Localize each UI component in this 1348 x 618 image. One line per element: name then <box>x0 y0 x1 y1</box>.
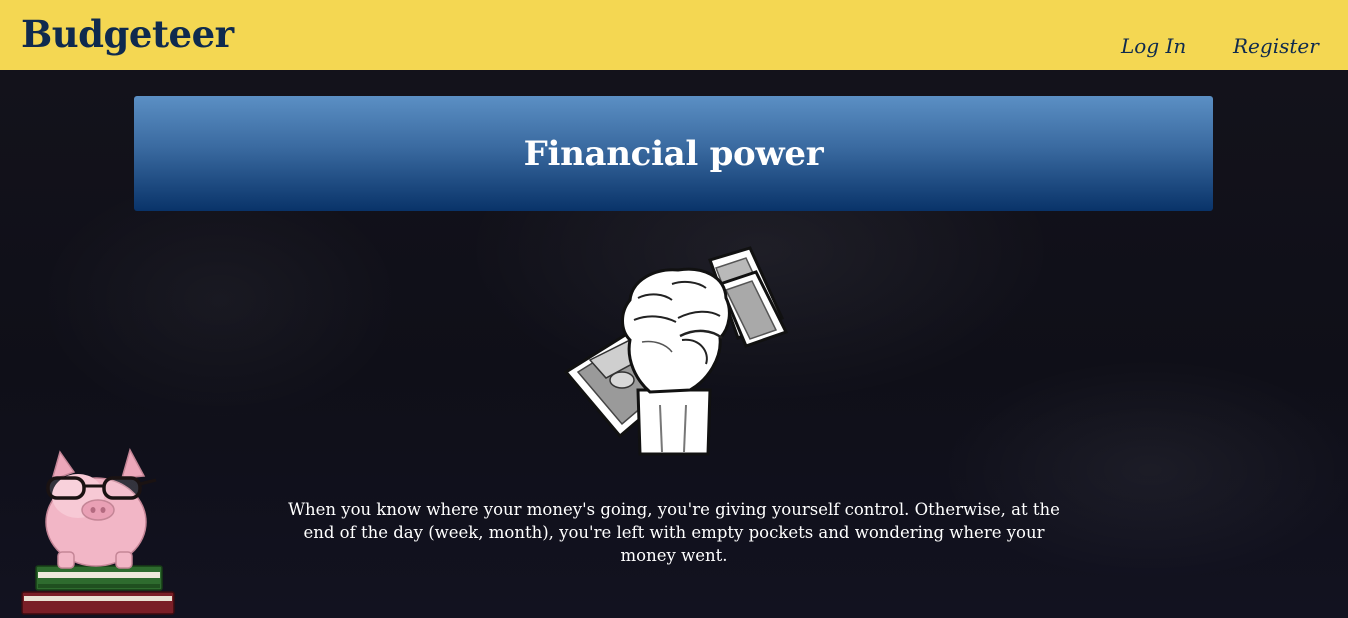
hero-banner: Financial power <box>134 96 1213 211</box>
brand-logo[interactable]: Budgeteer <box>21 12 234 56</box>
register-link[interactable]: Register <box>1233 34 1319 58</box>
login-link[interactable]: Log In <box>1121 34 1186 58</box>
forearm <box>636 388 712 456</box>
piggy-bank-image <box>21 448 175 615</box>
navbar: Budgeteer Log In Register <box>0 0 1348 70</box>
fist <box>621 267 731 394</box>
piggy-bank <box>45 448 147 569</box>
fist-money-image <box>563 246 789 456</box>
hero-title: Financial power <box>523 133 824 174</box>
book-stack <box>21 565 175 615</box>
hero-description: When you know where your money's going, … <box>288 500 1060 565</box>
